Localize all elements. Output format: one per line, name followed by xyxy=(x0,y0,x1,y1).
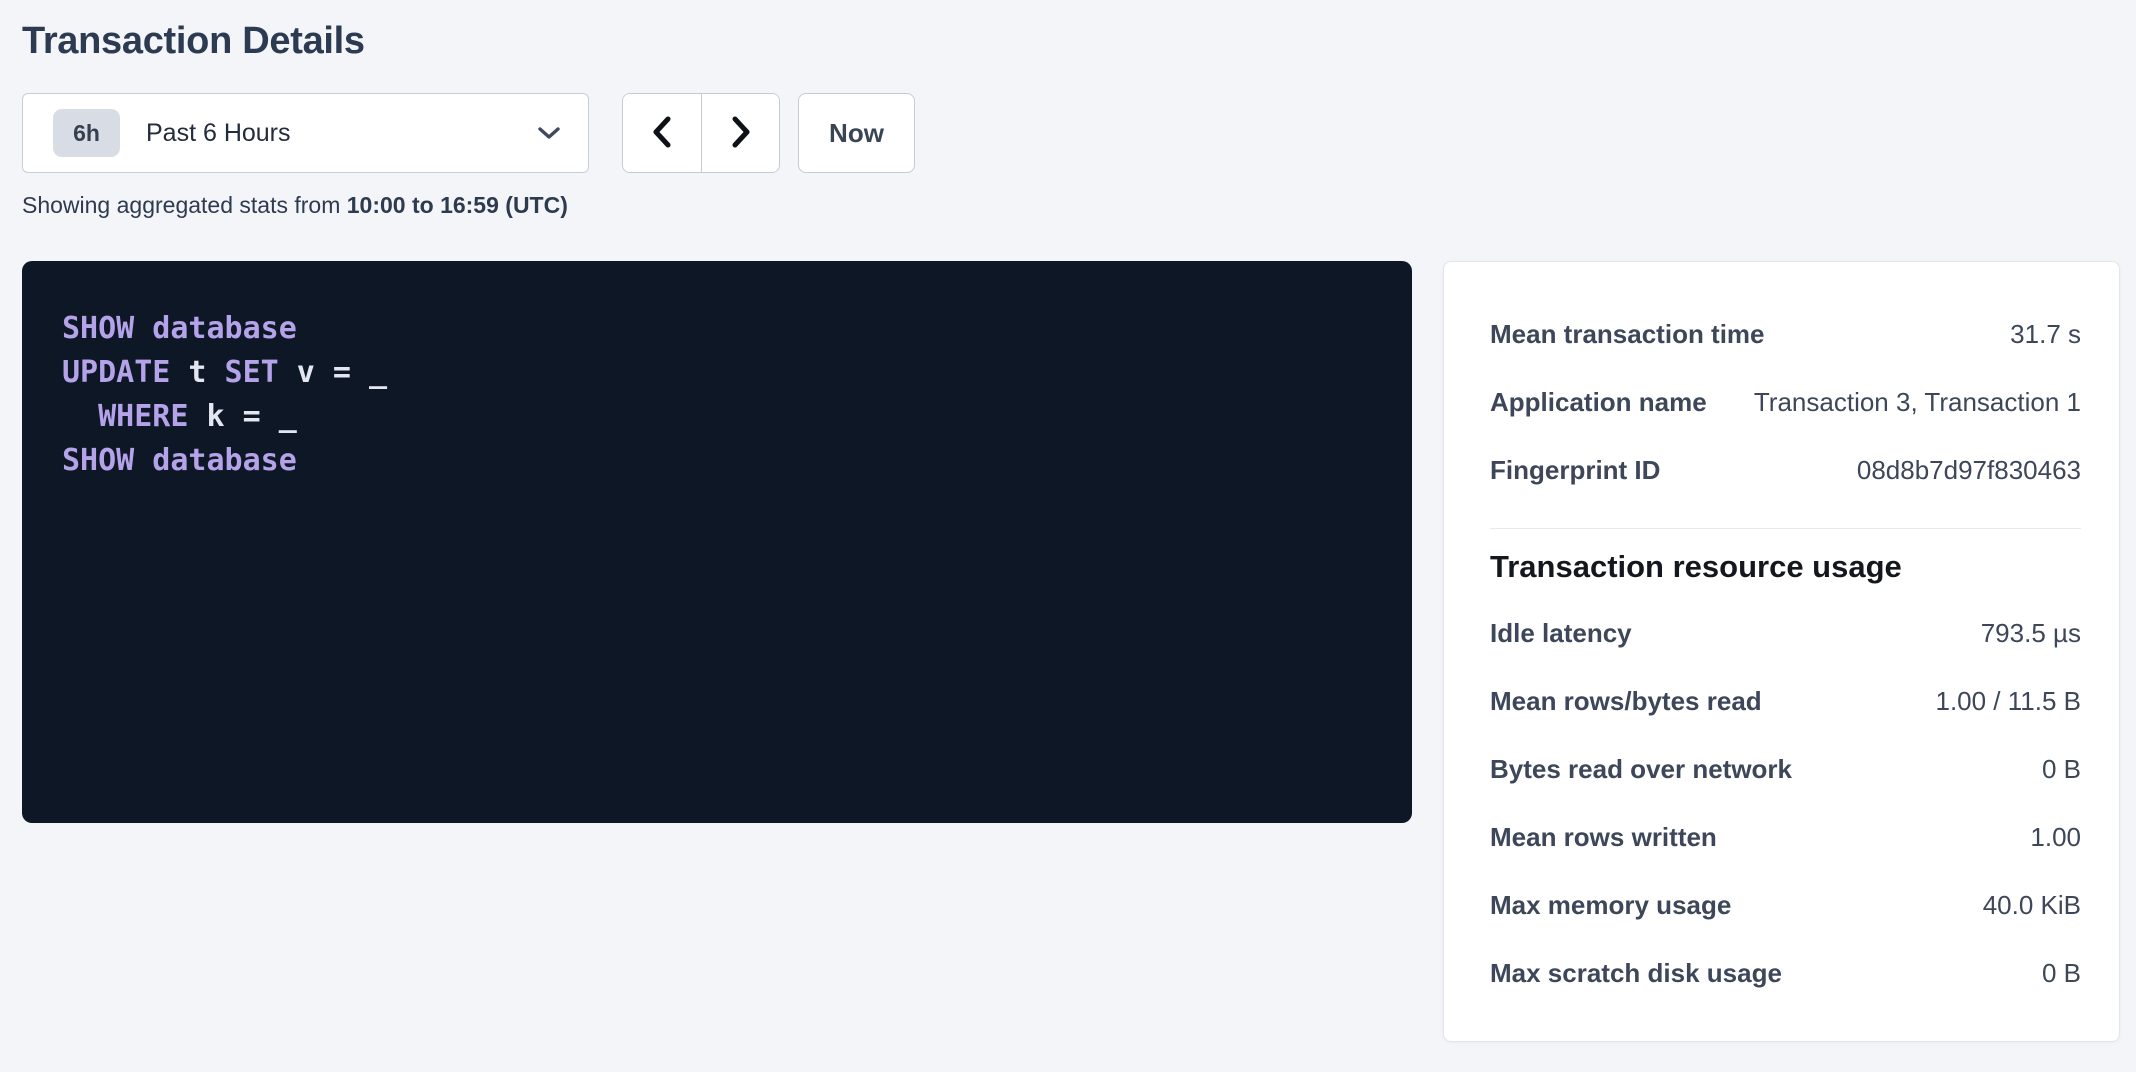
summary-label: Fingerprint ID xyxy=(1490,455,1680,486)
sql-keyword: SHOW xyxy=(62,311,134,346)
usage-value: 0 B xyxy=(2042,958,2081,989)
usage-label: Max memory usage xyxy=(1490,890,1751,921)
aggregated-stats-text: Showing aggregated stats from 10:00 to 1… xyxy=(22,192,2120,219)
usage-value: 0 B xyxy=(2042,754,2081,785)
sql-line: SHOW database xyxy=(62,307,1372,351)
time-range-text: 10:00 to 16:59 (UTC) xyxy=(347,192,568,218)
summary-value: Transaction 3, Transaction 1 xyxy=(1754,387,2081,418)
summary-label: Mean transaction time xyxy=(1490,319,1785,350)
now-button[interactable]: Now xyxy=(798,93,915,173)
time-range-dropdown[interactable]: 6h Past 6 Hours xyxy=(22,93,589,173)
usage-label: Max scratch disk usage xyxy=(1490,958,1802,989)
usage-label: Bytes read over network xyxy=(1490,754,1812,785)
usage-row: Mean rows written 1.00 xyxy=(1490,803,2081,871)
chevron-left-icon xyxy=(649,114,675,153)
sql-placeholder: _ xyxy=(279,399,297,434)
sql-statements-box: SHOW database UPDATE t SET v = _ WHERE k = _ SHOW… xyxy=(22,261,1412,823)
summary-value: 31.7 s xyxy=(2010,319,2081,350)
usage-value: 793.5 µs xyxy=(1981,618,2081,649)
sql-keyword: UPDATE xyxy=(62,355,170,390)
sql-operator: = xyxy=(243,399,261,434)
chevron-right-icon xyxy=(728,114,754,153)
sql-operator: = xyxy=(333,355,351,390)
usage-row: Max memory usage 40.0 KiB xyxy=(1490,871,2081,939)
main-content: SHOW database UPDATE t SET v = _ WHERE k = _ SHOW… xyxy=(22,261,2120,1042)
summary-label: Application name xyxy=(1490,387,1727,418)
summary-row: Fingerprint ID 08d8b7d97f830463 xyxy=(1490,436,2081,504)
time-range-label: Past 6 Hours xyxy=(146,119,291,148)
sql-line: WHERE k = _ xyxy=(62,395,1372,439)
sql-line: UPDATE t SET v = _ xyxy=(62,351,1372,395)
sql-keyword: database xyxy=(152,443,297,478)
sql-identifier: v xyxy=(297,355,315,390)
usage-value: 1.00 xyxy=(2030,822,2081,853)
stats-prefix: Showing aggregated stats from xyxy=(22,192,340,218)
sql-identifier: k xyxy=(206,399,224,434)
sql-identifier: t xyxy=(188,355,206,390)
sql-line: SHOW database xyxy=(62,439,1372,483)
usage-label: Mean rows/bytes read xyxy=(1490,686,1782,717)
sql-keyword: SHOW xyxy=(62,443,134,478)
card-divider xyxy=(1490,528,2081,529)
sql-keyword: SET xyxy=(225,355,279,390)
usage-row: Max scratch disk usage 0 B xyxy=(1490,939,2081,1007)
transaction-details-page: Transaction Details 6h Past 6 Hours Now xyxy=(0,0,2136,1042)
time-controls: 6h Past 6 Hours Now xyxy=(22,93,2120,173)
summary-value: 08d8b7d97f830463 xyxy=(1857,455,2081,486)
next-time-button[interactable] xyxy=(701,94,779,172)
usage-label: Mean rows written xyxy=(1490,822,1737,853)
chevron-down-icon xyxy=(536,124,562,142)
time-nav-button-group xyxy=(622,93,780,173)
page-title: Transaction Details xyxy=(22,20,2120,63)
prev-time-button[interactable] xyxy=(623,94,701,172)
usage-row: Idle latency 793.5 µs xyxy=(1490,599,2081,667)
sql-placeholder: _ xyxy=(369,355,387,390)
time-range-badge: 6h xyxy=(53,109,120,157)
usage-value: 40.0 KiB xyxy=(1983,890,2081,921)
sql-keyword: database xyxy=(152,311,297,346)
usage-row: Mean rows/bytes read 1.00 / 11.5 B xyxy=(1490,667,2081,735)
summary-row: Application name Transaction 3, Transact… xyxy=(1490,368,2081,436)
transaction-summary-card: Mean transaction time 31.7 s Application… xyxy=(1443,261,2120,1042)
usage-label: Idle latency xyxy=(1490,618,1652,649)
usage-row: Bytes read over network 0 B xyxy=(1490,735,2081,803)
sql-keyword: WHERE xyxy=(98,399,188,434)
usage-value: 1.00 / 11.5 B xyxy=(1935,686,2081,717)
summary-row: Mean transaction time 31.7 s xyxy=(1490,300,2081,368)
resource-usage-section-title: Transaction resource usage xyxy=(1490,549,2081,585)
